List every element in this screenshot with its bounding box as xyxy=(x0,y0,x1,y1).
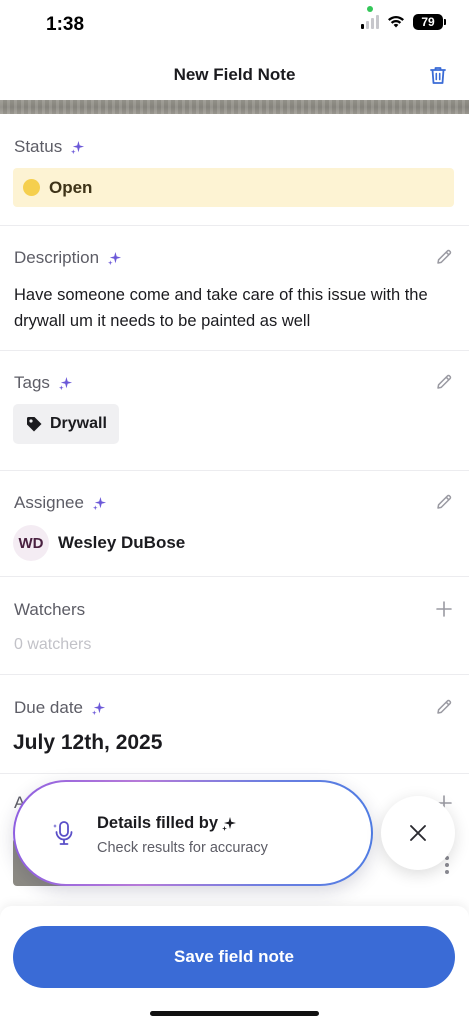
ai-sparkle-icon xyxy=(71,140,85,154)
assignee-label-text: Assignee xyxy=(14,493,84,512)
status-time: 1:38 xyxy=(46,14,85,35)
edit-pencil-icon[interactable] xyxy=(435,248,453,266)
due-date-label-text: Due date xyxy=(14,698,83,717)
nav-header: New Field Note xyxy=(0,50,469,100)
save-field-note-button[interactable]: Save field note xyxy=(13,926,455,988)
avatar: WD xyxy=(13,525,49,561)
ai-sparkle-icon xyxy=(91,701,106,715)
cellular-signal-icon xyxy=(361,15,379,29)
description-label-text: Description xyxy=(14,248,100,267)
due-date-value[interactable]: July 12th, 2025 xyxy=(13,731,162,755)
photo-preview-strip xyxy=(0,100,469,114)
ai-sparkle-icon xyxy=(107,251,122,265)
battery-indicator: 79 xyxy=(413,14,446,30)
edit-pencil-icon[interactable] xyxy=(435,493,453,511)
privacy-indicator-dot xyxy=(367,6,373,12)
watchers-empty-text: 0 watchers xyxy=(14,636,92,653)
assignee-row[interactable]: WD Wesley DuBose xyxy=(13,525,185,561)
page-title: New Field Note xyxy=(173,65,296,84)
status-dot-icon xyxy=(23,179,40,196)
due-date-section: Due date xyxy=(0,675,469,774)
add-watcher-plus-icon[interactable] xyxy=(435,600,453,618)
watchers-section: Watchers xyxy=(0,577,469,675)
tag-label: Drywall xyxy=(50,415,107,432)
more-options-icon[interactable] xyxy=(445,856,449,874)
microphone-icon xyxy=(53,821,73,845)
close-icon xyxy=(410,825,426,841)
status-label-text: Status xyxy=(14,137,63,156)
edit-pencil-icon[interactable] xyxy=(435,373,453,391)
due-date-label: Due date xyxy=(14,698,106,718)
description-text[interactable]: Have someone come and take care of this … xyxy=(14,282,454,334)
trash-icon[interactable] xyxy=(427,64,449,86)
status-bar: 1:38 79 xyxy=(0,0,469,50)
close-toast-button[interactable] xyxy=(381,796,455,870)
ai-sparkle-icon xyxy=(58,376,72,390)
tag-icon xyxy=(27,417,42,432)
assignee-name: Wesley DuBose xyxy=(58,533,186,552)
ai-fill-toast: Details filled by Check results for accu… xyxy=(13,780,373,886)
ai-sparkle-icon xyxy=(222,816,237,831)
toast-title-text: Details filled by xyxy=(97,814,219,832)
wifi-icon xyxy=(388,16,404,28)
edit-pencil-icon[interactable] xyxy=(435,698,453,716)
assignee-section: Assignee xyxy=(0,471,469,577)
ai-sparkle-icon xyxy=(92,496,106,510)
tags-label: Tags xyxy=(14,373,73,393)
watchers-label: Watchers xyxy=(14,600,85,620)
assignee-label: Assignee xyxy=(14,493,107,513)
status-select[interactable]: Open xyxy=(13,168,454,207)
toast-subtitle: Check results for accuracy xyxy=(97,840,268,856)
status-icons: 79 xyxy=(361,14,446,30)
tags-label-text: Tags xyxy=(14,373,50,392)
home-indicator[interactable] xyxy=(150,1011,319,1016)
status-value: Open xyxy=(49,177,93,197)
status-label: Status xyxy=(14,137,85,157)
toast-title: Details filled by xyxy=(97,814,237,833)
description-label: Description xyxy=(14,248,122,268)
watchers-label-text: Watchers xyxy=(14,600,86,619)
tag-chip[interactable]: Drywall xyxy=(13,404,119,444)
